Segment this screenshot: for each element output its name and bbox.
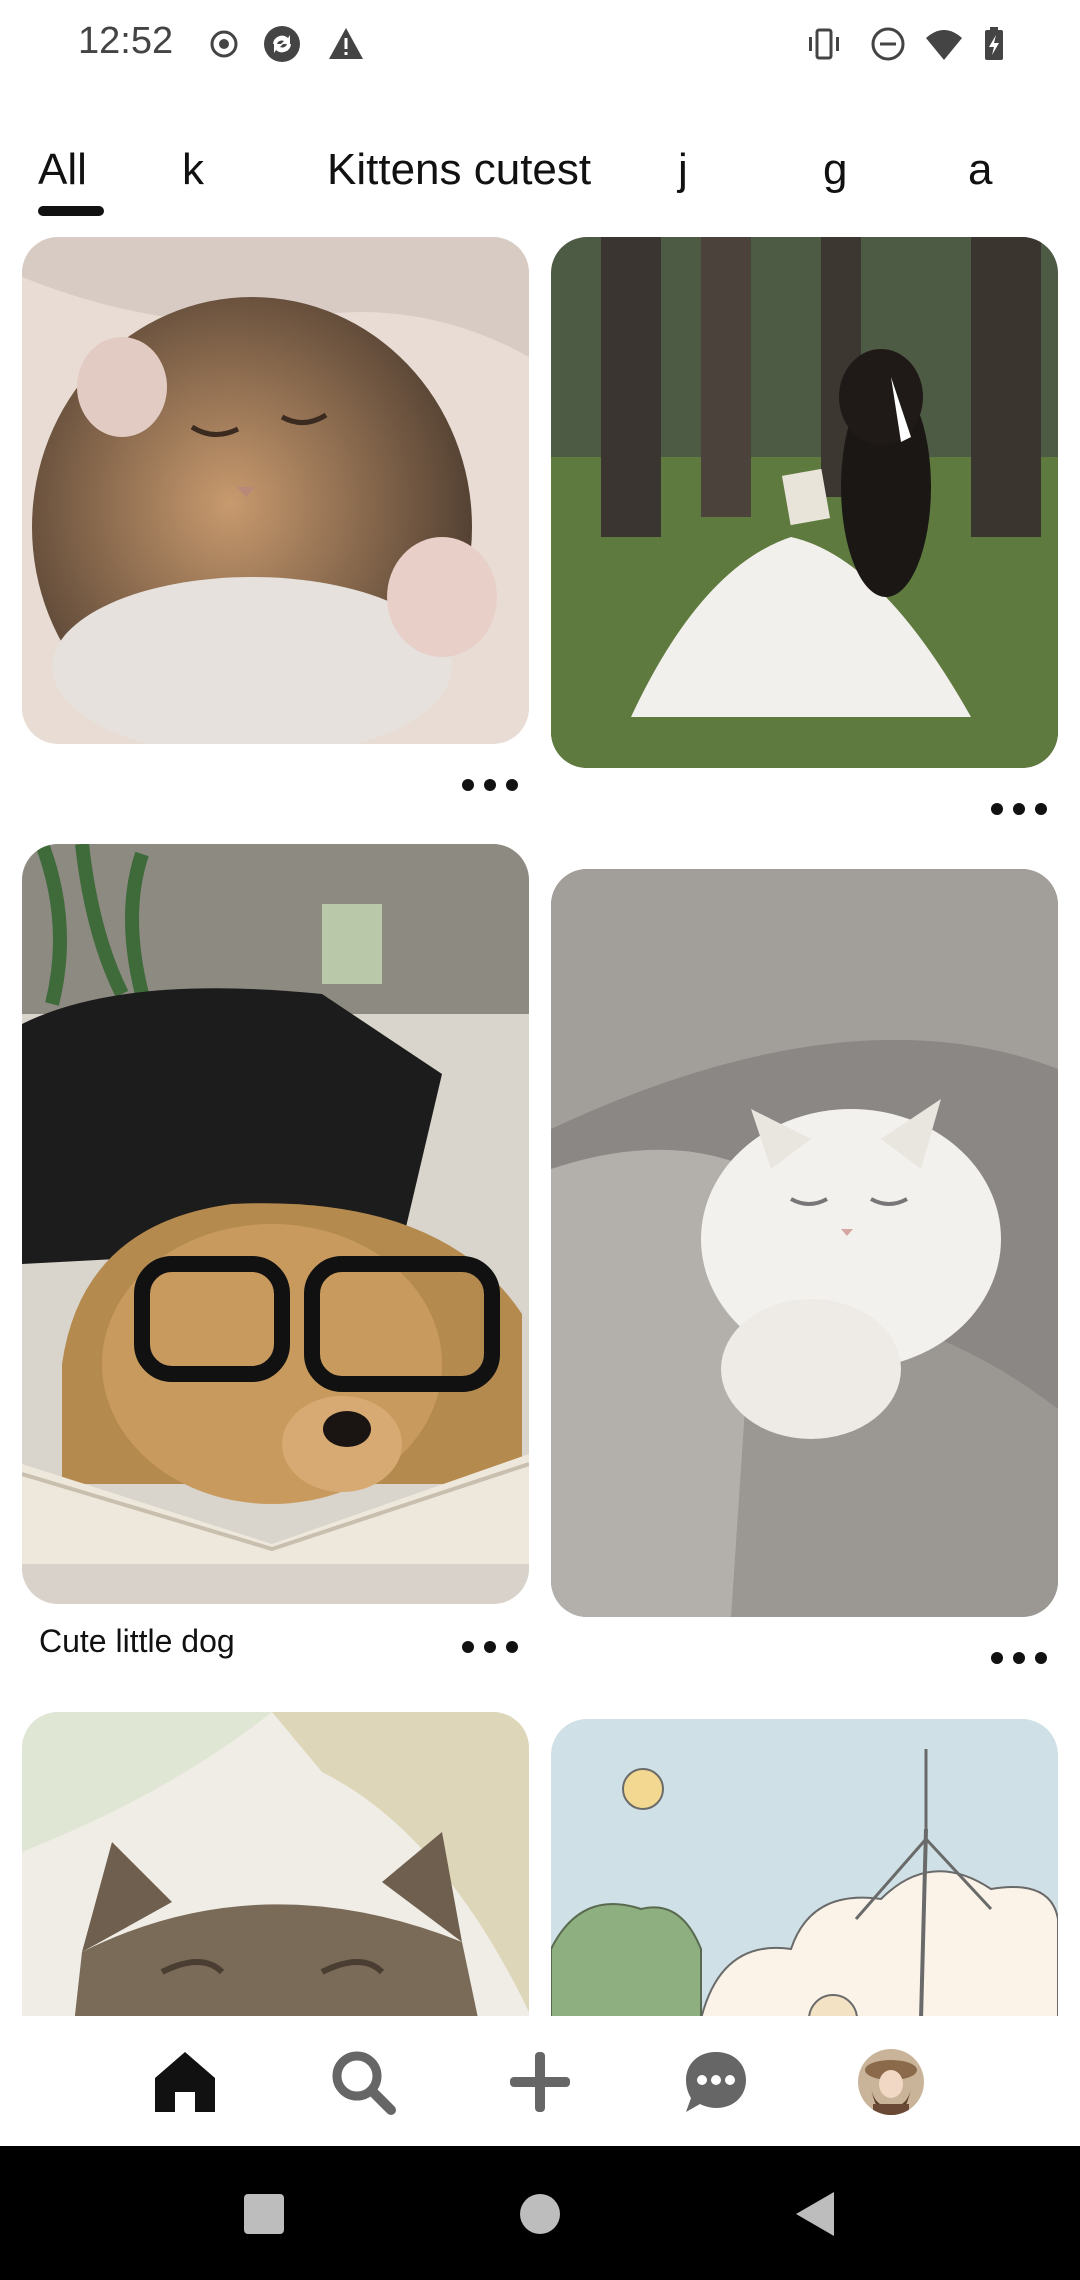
profile-avatar <box>858 2049 924 2115</box>
status-bar: 12:52 <box>0 0 1080 90</box>
do-not-disturb-icon <box>871 27 905 61</box>
pin-tabby-cat-bed[interactable] <box>22 1712 529 2016</box>
back-icon[interactable] <box>788 2186 844 2242</box>
pin-illustration-windmill[interactable] <box>551 1719 1058 2016</box>
more-options-icon[interactable] <box>462 1635 518 1659</box>
more-options-icon[interactable] <box>991 1646 1047 1670</box>
nav-messages[interactable] <box>676 2042 756 2122</box>
tab-a[interactable]: a <box>968 140 992 200</box>
home-circle-icon[interactable] <box>512 2186 568 2242</box>
nav-profile[interactable] <box>851 2042 931 2122</box>
tab-selected-indicator <box>38 206 104 216</box>
tab-j[interactable]: j <box>678 140 688 200</box>
vibrate-icon <box>809 28 839 60</box>
girl-forest-image <box>551 237 1058 768</box>
pin-title[interactable]: Cute little dog <box>39 1623 235 1660</box>
tab-all[interactable]: All <box>38 140 87 200</box>
nav-create[interactable] <box>500 2042 580 2122</box>
system-navigation-bar <box>0 2146 1080 2280</box>
battery-icon <box>985 27 1003 60</box>
pin-feed[interactable]: Cute little dog <box>0 230 1080 2016</box>
tab-k[interactable]: k <box>182 140 204 200</box>
recents-icon[interactable] <box>236 2186 292 2242</box>
white-cat-image <box>551 869 1058 1617</box>
dog-image <box>22 844 529 1604</box>
more-options-icon[interactable] <box>991 797 1047 821</box>
bottom-navigation <box>0 2016 1080 2146</box>
create-icon <box>510 2052 570 2112</box>
windmill-illustration-image <box>551 1719 1058 2016</box>
pin-dog-with-glasses[interactable] <box>22 844 529 1604</box>
nav-search[interactable] <box>323 2042 403 2122</box>
wifi-icon <box>926 30 962 60</box>
pin-girl-reading-forest[interactable] <box>551 237 1058 768</box>
home-icon <box>155 2052 215 2112</box>
tabby-cat-image <box>22 1712 529 2016</box>
board-tabs: All k Kittens cutest j g a <box>0 140 1080 220</box>
more-options-icon[interactable] <box>462 773 518 797</box>
messages-icon <box>686 2052 746 2112</box>
nav-home[interactable] <box>145 2042 225 2122</box>
kitten-image <box>22 237 529 744</box>
record-icon <box>210 30 238 58</box>
sync-icon <box>264 26 300 62</box>
pin-kitten-sleeping[interactable] <box>22 237 529 744</box>
tab-kittens-cutest[interactable]: Kittens cutest <box>327 140 591 200</box>
status-time: 12:52 <box>78 20 174 62</box>
tab-g[interactable]: g <box>823 140 847 200</box>
pin-white-cat-blanket[interactable] <box>551 869 1058 1617</box>
search-icon <box>332 2051 396 2115</box>
warning-icon <box>329 28 363 59</box>
